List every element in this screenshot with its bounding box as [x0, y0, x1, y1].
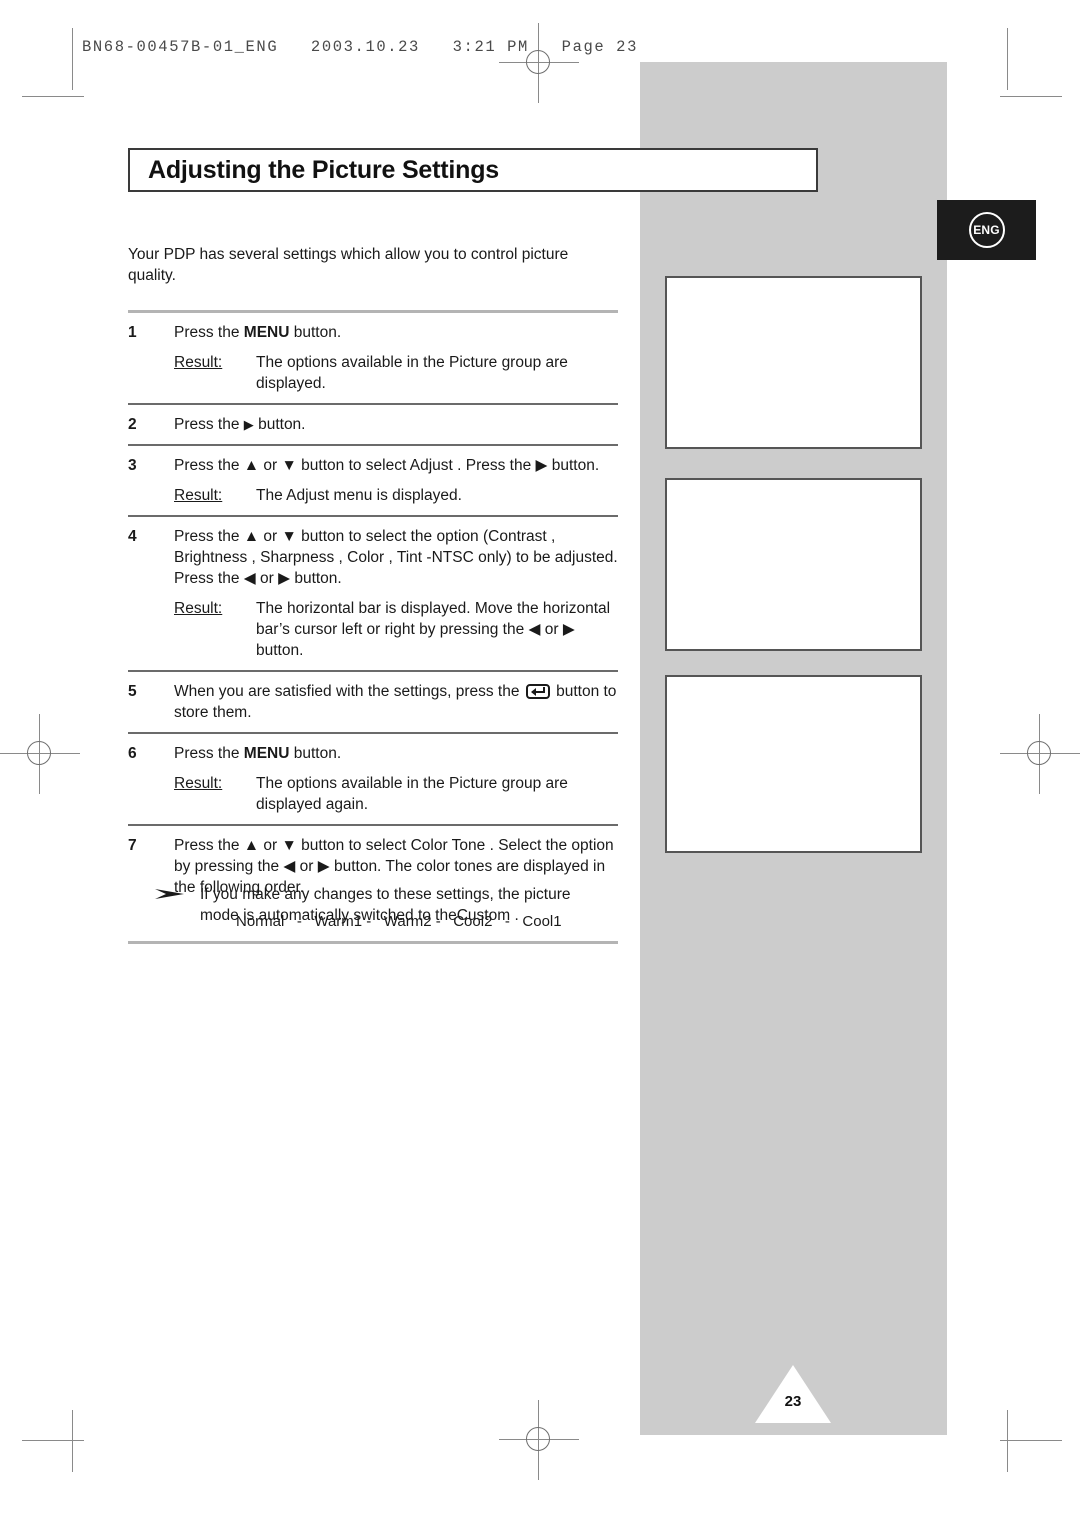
intro-paragraph: Your PDP has several settings which allo… — [128, 246, 569, 284]
registration-mark-bottom — [499, 1400, 579, 1480]
step-text-pre: Press the — [174, 416, 244, 433]
step-number: 1 — [128, 324, 137, 341]
step-instruction: Press the ▲ or ▼ button to select the op… — [174, 528, 618, 587]
step-text-pre: Press the — [174, 745, 244, 762]
step-instruction: Press the MENU button. — [174, 322, 618, 343]
menu-keyword: MENU — [243, 324, 290, 341]
step-1: 1 Press the MENU button. Result: The opt… — [128, 313, 618, 403]
step-instruction: When you are satisfied with the settings… — [174, 681, 618, 723]
crop-mark-bottom-left-horizontal — [22, 1440, 84, 1441]
note-text: If you make any changes to these setting… — [200, 884, 628, 926]
figure-placeholder-2 — [665, 478, 922, 651]
note-line-2: mode is automatically switched to theCus… — [200, 907, 519, 924]
page-number-marker: 23 — [755, 1365, 831, 1423]
step-4: 4 Press the ▲ or ▼ button to select the … — [128, 517, 618, 670]
crop-mark-bottom-right-vertical — [1007, 1410, 1008, 1472]
page-title: Adjusting the Picture Settings — [148, 155, 499, 184]
step-5: 5 When you are satisfied with the settin… — [128, 672, 618, 732]
step-number: 6 — [128, 745, 137, 762]
divider-bottom — [128, 941, 618, 944]
print-slug-line: BN68-00457B-01_ENG 2003.10.23 3:21 PM Pa… — [82, 38, 638, 56]
page-number: 23 — [784, 1393, 802, 1410]
page-title-banner: Adjusting the Picture Settings — [128, 148, 818, 192]
step-result: Result: The horizontal bar is displayed.… — [174, 598, 618, 661]
instructions-column: Your PDP has several settings which allo… — [128, 244, 618, 944]
result-label: Result: — [174, 487, 223, 504]
step-instruction: Press the MENU button. — [174, 743, 618, 764]
step-result: Result: The options available in the Pic… — [174, 773, 618, 815]
step-number: 3 — [128, 457, 137, 474]
crop-mark-bottom-left-vertical — [72, 1410, 73, 1472]
result-label: Result: — [174, 600, 223, 617]
figure-placeholder-3 — [665, 675, 922, 853]
step-number: 4 — [128, 528, 137, 545]
crop-mark-top-right-horizontal — [1000, 96, 1062, 97]
step-3: 3 Press the ▲ or ▼ button to select Adju… — [128, 446, 618, 515]
step-instruction: Press the ▲ or ▼ button to select Adjust… — [174, 457, 600, 474]
result-text: The options available in the Picture gro… — [256, 354, 568, 392]
enter-button-icon — [525, 684, 550, 699]
registration-mark-left — [0, 714, 80, 794]
result-text: The options available in the Picture gro… — [256, 775, 568, 813]
step-result: Result: The Adjust menu is displayed. — [174, 485, 618, 506]
step-text-post: button. — [289, 745, 342, 762]
step-number: 2 — [128, 416, 137, 433]
crop-mark-bottom-right-horizontal — [1000, 1440, 1062, 1441]
language-badge-label: ENG — [968, 212, 1005, 248]
step-text-post: button. — [289, 324, 342, 341]
result-label: Result: — [174, 354, 223, 371]
step-text-post: button. — [253, 416, 306, 433]
note-block: If you make any changes to these setting… — [128, 884, 628, 926]
step-number: 5 — [128, 683, 137, 700]
arrow-right-icon: ▶ — [243, 417, 254, 432]
registration-mark-right — [1000, 714, 1080, 794]
result-label: Result: — [174, 775, 223, 792]
step-text-pre: When you are satisfied with the settings… — [174, 683, 524, 700]
step-text-pre: Press the — [174, 324, 244, 341]
crop-mark-top-right-vertical — [1007, 28, 1008, 90]
result-text: The horizontal bar is displayed. Move th… — [256, 600, 611, 659]
step-2: 2 Press the ▶ button. — [128, 405, 618, 444]
step-result: Result: The options available in the Pic… — [174, 352, 618, 394]
menu-keyword: MENU — [243, 745, 290, 762]
figure-placeholder-1 — [665, 276, 922, 449]
step-6: 6 Press the MENU button. Result: The opt… — [128, 734, 618, 824]
note-line-1: If you make any changes to these setting… — [200, 886, 571, 903]
language-badge: ENG — [937, 200, 1036, 260]
note-arrow-icon — [128, 884, 200, 926]
result-text: The Adjust menu is displayed. — [256, 487, 462, 504]
step-instruction: Press the ▶ button. — [174, 414, 618, 435]
crop-mark-top-left-horizontal — [22, 96, 84, 97]
crop-mark-top-left-vertical — [72, 28, 73, 90]
